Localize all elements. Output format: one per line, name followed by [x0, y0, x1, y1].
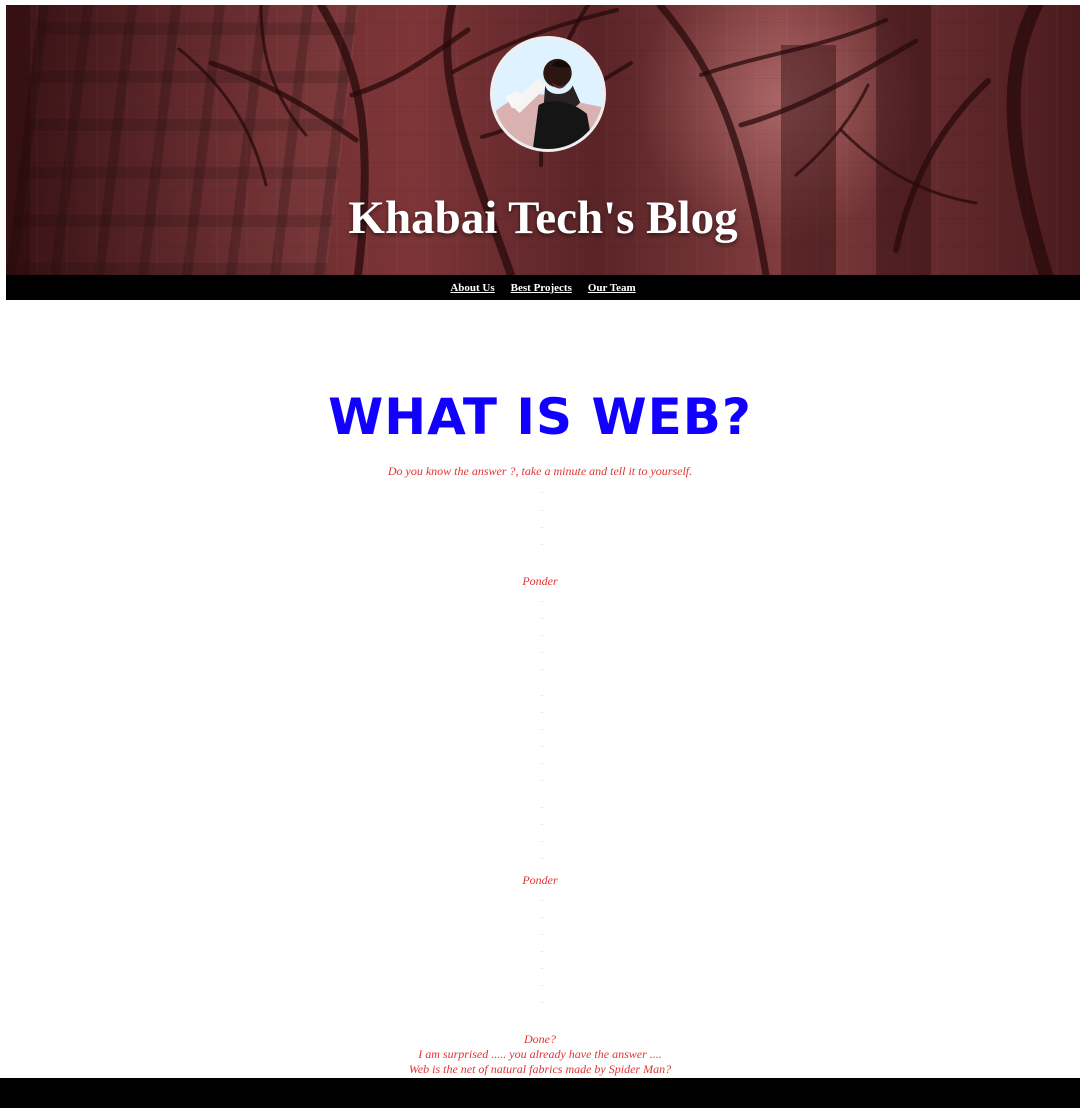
profile-avatar[interactable]: [490, 36, 606, 152]
nav-link-about-us[interactable]: About Us: [450, 282, 494, 294]
spacer-dot: .: [541, 521, 543, 530]
spacer-dot: .: [541, 740, 543, 749]
browser-screen: Khabai Tech's Blog About Us Best Project…: [0, 0, 1080, 1108]
spacer-dot: .: [541, 894, 543, 903]
spacer-dot: .: [541, 646, 543, 655]
spacer-dot: .: [541, 723, 543, 732]
surprised-answer-line: I am surprised ..... you already have th…: [418, 1047, 662, 1061]
spacer-dot: .: [541, 979, 543, 988]
ponder-line-first: Ponder: [522, 574, 558, 588]
spacer-dot: .: [541, 928, 543, 937]
spacer-dot: .: [541, 629, 543, 638]
spacer-dot: .: [541, 595, 543, 604]
spacer-dot: .: [541, 911, 543, 920]
post-title: WHAT IS WEB?: [328, 387, 752, 446]
screen-bottom-bar: [0, 1078, 1080, 1108]
spacer-dot: .: [541, 663, 543, 672]
spacer-dot: .: [541, 801, 543, 810]
spacer-dot: .: [541, 818, 543, 827]
spacer-dot: .: [541, 612, 543, 621]
spacer-dot: .: [541, 486, 543, 495]
spacer-dot: .: [541, 689, 543, 698]
blog-title: Khabai Tech's Blog: [348, 192, 738, 244]
spacer-dot: .: [541, 538, 543, 547]
spacer-dot: .: [541, 757, 543, 766]
done-question-line: Done?: [524, 1032, 556, 1046]
top-navigation: About Us Best Projects Our Team: [6, 275, 1080, 300]
profile-photo-icon: [493, 39, 603, 149]
spacer-dot: .: [541, 504, 543, 513]
spacer-dot: .: [541, 852, 543, 861]
spacer-dot: .: [541, 996, 543, 1005]
nav-link-best-projects[interactable]: Best Projects: [511, 282, 572, 294]
spacer-dot: .: [541, 706, 543, 715]
spacer-dot: .: [541, 962, 543, 971]
post-intro-line: Do you know the answer ?, take a minute …: [387, 464, 693, 478]
spacer-dot: .: [541, 774, 543, 783]
spider-man-question-line: Web is the net of natural fabrics made b…: [408, 1062, 672, 1076]
spacer-dot: .: [541, 945, 543, 954]
spacer-dot: .: [541, 835, 543, 844]
nav-link-our-team[interactable]: Our Team: [588, 282, 636, 294]
ponder-line-second: Ponder: [522, 873, 558, 887]
header-banner: Khabai Tech's Blog: [6, 5, 1080, 275]
